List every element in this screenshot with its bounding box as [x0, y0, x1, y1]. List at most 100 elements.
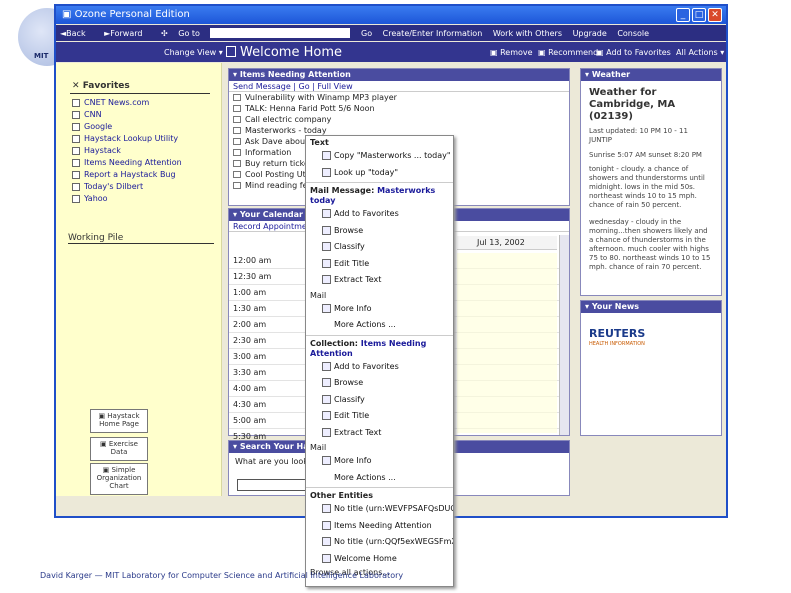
- copy-icon: [322, 151, 331, 160]
- menu-item-entity[interactable]: No title (urn:WEVFPSAFQsDUQB): [306, 501, 453, 518]
- document-icon: ▣: [100, 440, 109, 448]
- goto-label: Go to: [178, 28, 200, 38]
- go-tab[interactable]: Go: [299, 82, 310, 91]
- menu-item-edit-title[interactable]: Edit Title: [306, 256, 453, 273]
- document-icon: [72, 98, 80, 107]
- upgrade-button[interactable]: Upgrade: [573, 29, 607, 38]
- list-item[interactable]: Call electric company: [233, 114, 569, 125]
- menu-header-mail: Mail Message: Masterworks today: [310, 186, 436, 205]
- menu-item-copy[interactable]: Copy "Masterworks ... today": [306, 148, 453, 165]
- close-button[interactable]: ✕: [708, 8, 722, 22]
- reuters-logo[interactable]: REUTERS: [589, 327, 645, 340]
- app-icon: ▣: [62, 9, 75, 20]
- add-to-favorites-button[interactable]: ▣ Add to Favorites: [596, 48, 671, 57]
- maximize-button[interactable]: □: [692, 8, 706, 22]
- close-icon: ✕: [72, 81, 83, 91]
- calendar-scrollbar[interactable]: [559, 235, 569, 435]
- info-icon: [322, 456, 331, 465]
- menu-item-browse[interactable]: Browse: [306, 375, 453, 392]
- favorite-item[interactable]: Haystack: [72, 145, 182, 157]
- minimize-button[interactable]: _: [676, 8, 690, 22]
- main-toolbar: ◄Back ►Forward ✣ Go to Go Create/Enter I…: [56, 25, 726, 41]
- favorite-item[interactable]: Today's Dilbert: [72, 181, 182, 193]
- menu-item-lookup[interactable]: Look up "today": [306, 165, 453, 182]
- menu-item-extract-text[interactable]: Extract Text: [306, 425, 453, 442]
- full-view-tab[interactable]: Full View: [317, 82, 352, 91]
- context-menu: Text Copy "Masterworks ... today" Look u…: [305, 135, 454, 587]
- all-actions-button[interactable]: All Actions ▾: [676, 48, 724, 57]
- attention-tabs: Send Message | Go | Full View: [229, 81, 569, 92]
- pile-item-exercise-data[interactable]: ▣ Exercise Data: [90, 437, 148, 461]
- recommend-button[interactable]: ▣ Recommend: [538, 48, 598, 57]
- menu-item-add-favorites[interactable]: Add to Favorites: [306, 359, 453, 376]
- remove-button[interactable]: ▣ Remove: [490, 48, 533, 57]
- favorite-item[interactable]: CNN: [72, 109, 182, 121]
- list-item[interactable]: Vulnerability with Winamp MP3 player: [233, 92, 569, 103]
- send-message-tab[interactable]: Send Message: [233, 82, 291, 91]
- forward-button[interactable]: ►Forward: [104, 29, 150, 38]
- weather-heading: Weather for Cambridge, MA (02139): [589, 87, 676, 122]
- address-input[interactable]: [210, 28, 351, 38]
- home-icon: [322, 553, 331, 563]
- menu-header-other: Other Entities: [310, 491, 373, 500]
- news-header: ▾ Your News: [581, 301, 721, 313]
- mail-icon: [233, 94, 241, 101]
- menu-item-edit-title[interactable]: Edit Title: [306, 408, 453, 425]
- favorite-item[interactable]: Haystack Lookup Utility: [72, 133, 182, 145]
- document-icon: ▣: [98, 412, 108, 420]
- favorite-item[interactable]: Items Needing Attention: [72, 157, 182, 169]
- browse-icon: [322, 378, 331, 387]
- page-title: Welcome Home: [240, 45, 342, 60]
- refresh-icon[interactable]: ✣: [161, 29, 168, 38]
- collapse-icon: ▾: [585, 302, 592, 311]
- mit-logo-text: MIT: [34, 52, 49, 60]
- console-button[interactable]: Console: [617, 29, 649, 38]
- edit-icon: [322, 258, 331, 268]
- document-icon: [72, 122, 80, 131]
- pile-item-org-chart[interactable]: ▣ Simple Organization Chart: [90, 463, 148, 495]
- menu-item-more-info[interactable]: More Info: [306, 301, 453, 318]
- favorite-item[interactable]: Yahoo: [72, 193, 182, 205]
- menu-item-entity[interactable]: Items Needing Attention: [306, 518, 453, 535]
- extract-icon: [322, 427, 331, 437]
- reuters-subtitle: HEALTH INFORMATION: [589, 341, 645, 347]
- news-panel: ▾ Your News REUTERS HEALTH INFORMATION: [580, 300, 722, 436]
- window-title: Ozone Personal Edition: [74, 9, 190, 20]
- document-icon: [322, 537, 331, 546]
- work-with-others-button[interactable]: Work with Others: [493, 29, 562, 38]
- menu-item-more-info[interactable]: More Info: [306, 453, 453, 470]
- menu-item-entity[interactable]: Welcome Home: [306, 551, 453, 568]
- edit-icon: [322, 411, 331, 420]
- document-icon: [72, 146, 80, 155]
- menu-item-add-favorites[interactable]: Add to Favorites: [306, 206, 453, 223]
- favorites-icon: [322, 209, 331, 218]
- menu-item-classify[interactable]: Classify: [306, 239, 453, 256]
- menu-subheader-mail: Mail: [310, 290, 327, 300]
- calendar-day-column: [457, 253, 557, 433]
- menu-item-more-actions[interactable]: More Actions ...: [306, 317, 453, 334]
- search-input[interactable]: [237, 479, 307, 491]
- favorite-item[interactable]: Report a Haystack Bug: [72, 169, 182, 181]
- menu-item-more-actions[interactable]: More Actions ...: [306, 470, 453, 487]
- pile-item-haystack-home[interactable]: ▣ Haystack Home Page: [90, 409, 148, 433]
- menu-item-classify[interactable]: Classify: [306, 392, 453, 409]
- document-icon: [72, 110, 80, 119]
- list-item[interactable]: TALK: Henna Farid Pott 5/6 Noon: [233, 103, 569, 114]
- change-view-button[interactable]: Change View ▾: [164, 48, 223, 57]
- view-bar: Change View ▾ Welcome Home ▣ Remove ▣ Re…: [56, 42, 726, 62]
- menu-item-entity[interactable]: No title (urn:QQf5exWEGSFmXL): [306, 534, 453, 551]
- mail-icon: [233, 105, 241, 112]
- favorite-item[interactable]: CNET News.com: [72, 97, 182, 109]
- extract-icon: [322, 275, 331, 284]
- back-button[interactable]: ◄Back: [60, 29, 94, 38]
- menu-item-browse[interactable]: Browse: [306, 223, 453, 240]
- mail-icon: [233, 160, 241, 167]
- create-button[interactable]: Create/Enter Information: [383, 29, 483, 38]
- collapse-icon: ▾: [585, 70, 592, 79]
- browse-icon: [322, 225, 331, 235]
- go-button[interactable]: Go: [361, 29, 372, 38]
- favorite-item[interactable]: Google: [72, 121, 182, 133]
- menu-item-extract-text[interactable]: Extract Text: [306, 272, 453, 289]
- weather-wednesday: wednesday - cloudy in the morning...then…: [589, 218, 711, 271]
- collapse-icon: ▾: [233, 70, 240, 79]
